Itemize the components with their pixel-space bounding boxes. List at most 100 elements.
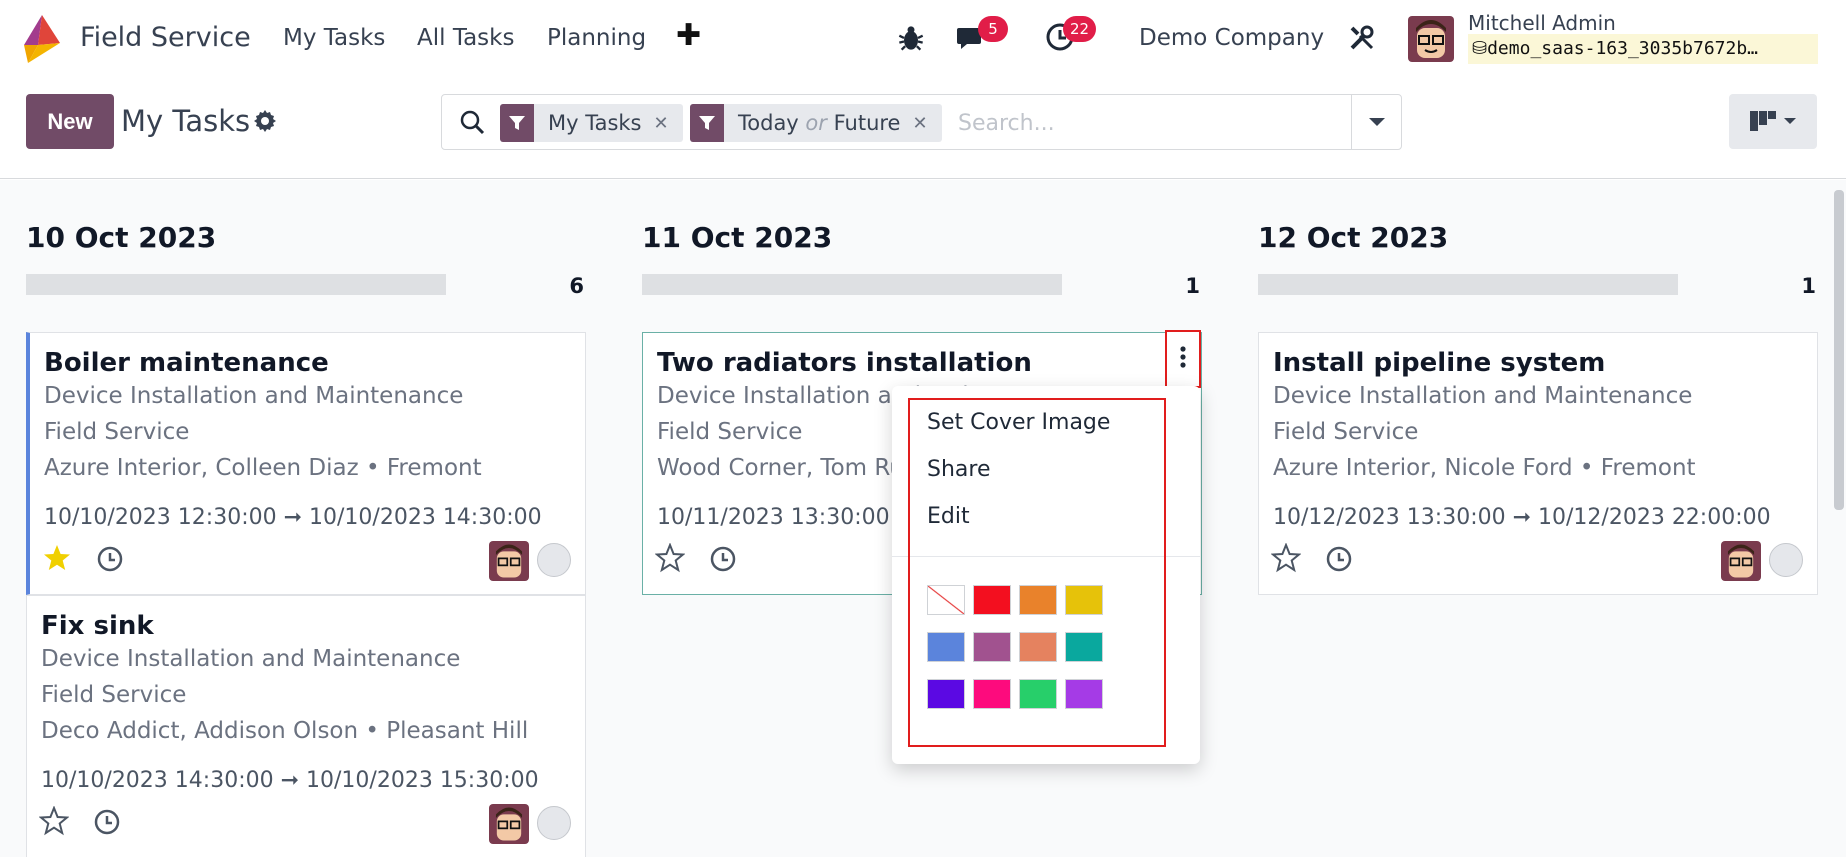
task-dates: 10/11/2023 13:30:00 bbox=[657, 505, 890, 530]
color-swatch[interactable] bbox=[927, 632, 965, 662]
color-swatch[interactable] bbox=[1019, 679, 1057, 709]
share-item[interactable]: Share bbox=[927, 457, 991, 482]
task-category: Field Service bbox=[1273, 419, 1419, 445]
star-outline-icon[interactable] bbox=[655, 543, 685, 573]
activity-clock-icon[interactable] bbox=[1325, 545, 1353, 573]
app-logo-icon[interactable] bbox=[24, 15, 60, 63]
control-panel: New My Tasks My Tasks ✕ Today or Future … bbox=[0, 78, 1846, 179]
facet-value-future: Future bbox=[833, 111, 901, 135]
facet-date: Today or Future ✕ bbox=[690, 104, 942, 142]
color-swatch[interactable] bbox=[927, 679, 965, 709]
facet-value-today: Today bbox=[738, 111, 799, 135]
filter-icon bbox=[500, 104, 534, 142]
kanban-column: 12 Oct 2023 1 Install pipeline system De… bbox=[1258, 180, 1818, 857]
facet-my-tasks: My Tasks ✕ bbox=[500, 104, 683, 142]
search-input[interactable] bbox=[958, 105, 1348, 141]
column-title[interactable]: 10 Oct 2023 bbox=[26, 221, 216, 254]
edit-item[interactable]: Edit bbox=[927, 504, 970, 529]
app-name[interactable]: Field Service bbox=[80, 22, 251, 53]
task-card[interactable]: Boiler maintenance Device Installation a… bbox=[26, 332, 586, 595]
new-button[interactable]: New bbox=[26, 94, 114, 149]
star-outline-icon[interactable] bbox=[1271, 543, 1301, 573]
color-swatch[interactable] bbox=[927, 585, 965, 615]
task-customer: Deco Addict, Addison Olson • Pleasant Hi… bbox=[41, 718, 529, 744]
task-project: Device Installation and Maintenance bbox=[44, 383, 464, 409]
avatar-image bbox=[1721, 541, 1761, 581]
nav-planning[interactable]: Planning bbox=[547, 25, 646, 51]
activity-clock-icon[interactable] bbox=[93, 808, 121, 836]
color-swatch[interactable] bbox=[973, 632, 1011, 662]
kanban-state-icon[interactable] bbox=[537, 806, 571, 840]
activity-clock-icon[interactable] bbox=[96, 545, 124, 573]
star-outline-icon[interactable] bbox=[39, 806, 69, 836]
kanban-state-icon[interactable] bbox=[537, 543, 571, 577]
color-swatch[interactable] bbox=[973, 679, 1011, 709]
remove-facet-icon[interactable]: ✕ bbox=[654, 113, 683, 134]
kanban-state-icon[interactable] bbox=[1769, 543, 1803, 577]
assignee-avatar[interactable] bbox=[489, 541, 529, 581]
page-title: My Tasks bbox=[121, 104, 251, 138]
activities-badge: 22 bbox=[1063, 16, 1097, 42]
column-progress-bar[interactable] bbox=[26, 274, 446, 295]
column-count: 1 bbox=[1185, 274, 1200, 298]
search-icon[interactable] bbox=[458, 108, 486, 136]
remove-facet-icon[interactable]: ✕ bbox=[912, 113, 941, 134]
task-dates: 10/10/2023 12:30:00 ➞ 10/10/2023 14:30:0… bbox=[44, 505, 542, 530]
task-dates: 10/12/2023 13:30:00 ➞ 10/12/2023 22:00:0… bbox=[1273, 505, 1771, 530]
kanban-column: 10 Oct 2023 6 Boiler maintenance Device … bbox=[26, 180, 586, 857]
column-title[interactable]: 11 Oct 2023 bbox=[642, 221, 832, 254]
facet-label: Today or Future bbox=[724, 111, 912, 135]
card-menu-button[interactable] bbox=[1165, 330, 1201, 388]
task-title: Two radiators installation bbox=[657, 348, 1032, 378]
star-filled-icon[interactable] bbox=[42, 543, 72, 573]
task-customer: Azure Interior, Nicole Ford • Fremont bbox=[1273, 455, 1696, 481]
color-swatch[interactable] bbox=[1065, 585, 1103, 615]
task-dates: 10/10/2023 14:30:00 ➞ 10/10/2023 15:30:0… bbox=[41, 768, 539, 793]
nav-all-tasks[interactable]: All Tasks bbox=[417, 25, 514, 51]
facet-label: My Tasks bbox=[548, 111, 642, 135]
task-title: Fix sink bbox=[41, 611, 154, 641]
task-project: Device Installation and Maintenance bbox=[1273, 383, 1693, 409]
top-navbar: Field Service My Tasks All Tasks Plannin… bbox=[0, 0, 1846, 78]
task-card[interactable]: Install pipeline system Device Installat… bbox=[1258, 332, 1818, 595]
task-project: Device Installation and Maintenance bbox=[41, 646, 461, 672]
set-cover-image-item[interactable]: Set Cover Image bbox=[927, 410, 1110, 435]
color-swatch[interactable] bbox=[1019, 632, 1057, 662]
color-swatch[interactable] bbox=[973, 585, 1011, 615]
assignee-avatar[interactable] bbox=[1721, 541, 1761, 581]
color-swatch[interactable] bbox=[1065, 679, 1103, 709]
column-count: 1 bbox=[1801, 274, 1816, 298]
messages-badge: 5 bbox=[978, 16, 1008, 42]
plus-icon[interactable]: ✚ bbox=[676, 18, 701, 53]
task-card[interactable]: Fix sink Device Installation and Mainten… bbox=[26, 595, 586, 857]
column-progress-bar[interactable] bbox=[1258, 274, 1678, 295]
bug-icon[interactable] bbox=[897, 24, 925, 52]
database-label: demo_saas-163_3035b7672b… bbox=[1487, 38, 1759, 59]
view-switcher[interactable] bbox=[1729, 94, 1817, 149]
avatar-image bbox=[489, 804, 529, 844]
user-avatar[interactable] bbox=[1408, 16, 1454, 62]
column-progress-bar[interactable] bbox=[642, 274, 1062, 295]
user-name[interactable]: Mitchell Admin bbox=[1468, 11, 1616, 35]
kanban-view-icon bbox=[1750, 111, 1796, 131]
task-title: Boiler maintenance bbox=[44, 348, 329, 378]
task-category: Field Service bbox=[41, 682, 187, 708]
nav-my-tasks[interactable]: My Tasks bbox=[283, 25, 385, 51]
divider bbox=[892, 556, 1200, 557]
card-dropdown-menu: Set Cover Image Share Edit bbox=[892, 386, 1200, 764]
gear-icon[interactable] bbox=[253, 109, 277, 133]
avatar-image bbox=[489, 541, 529, 581]
filter-icon bbox=[690, 104, 724, 142]
search-options-toggle[interactable] bbox=[1351, 95, 1402, 149]
tools-icon[interactable] bbox=[1348, 24, 1376, 52]
column-title[interactable]: 12 Oct 2023 bbox=[1258, 221, 1448, 254]
activity-clock-icon[interactable] bbox=[709, 545, 737, 573]
color-swatch[interactable] bbox=[1019, 585, 1057, 615]
company-switcher[interactable]: Demo Company bbox=[1139, 25, 1324, 51]
avatar-image bbox=[1408, 16, 1454, 62]
color-swatch[interactable] bbox=[1065, 632, 1103, 662]
assignee-avatar[interactable] bbox=[489, 804, 529, 844]
scrollbar[interactable] bbox=[1834, 190, 1844, 510]
task-customer: Azure Interior, Colleen Diaz • Fremont bbox=[44, 455, 482, 481]
facet-or: or bbox=[805, 111, 827, 135]
